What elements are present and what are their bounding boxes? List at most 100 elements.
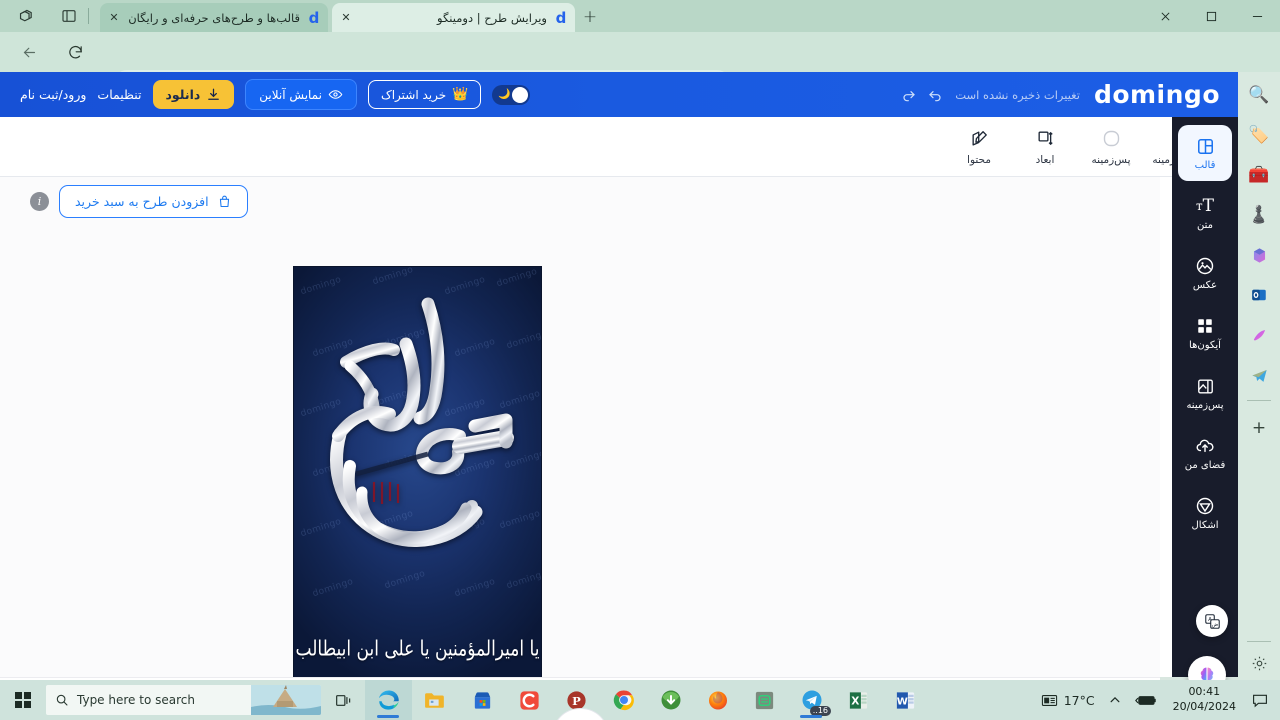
- taskbar-app-telegram[interactable]: ..16: [788, 680, 835, 720]
- canvas-area[interactable]: افزودن طرح به سبد خرید i domingo domingo…: [0, 177, 1160, 677]
- crown-icon: 👑: [452, 87, 469, 102]
- sidebar-label: عکس: [1192, 280, 1218, 291]
- taskbar-app-notepad[interactable]: [741, 680, 788, 720]
- browser-tab-1[interactable]: d ویرایش طرح | دومینگو ✕: [332, 3, 575, 32]
- designer-icon[interactable]: [1242, 318, 1276, 352]
- editor-toolbar: حذف پس‌زمینه پس‌زمینه ابعاد محتوا: [0, 117, 1238, 177]
- eye-icon: [328, 87, 343, 102]
- taskbar-clock[interactable]: 00:41 20/04/2024: [1164, 685, 1245, 715]
- telegram-unread-badge: ..16: [809, 706, 831, 716]
- add-icon[interactable]: +: [1242, 411, 1276, 445]
- telegram-icon[interactable]: [1242, 358, 1276, 392]
- design-poster[interactable]: domingo domingo domingo domingo domingo …: [294, 267, 541, 677]
- svg-text:X: X: [851, 695, 859, 707]
- maximize-button[interactable]: [1188, 0, 1234, 32]
- tool-background[interactable]: پس‌زمینه: [1080, 128, 1142, 166]
- news-weather-widget[interactable]: 17°C: [1034, 680, 1102, 720]
- toggle-knob: [512, 86, 529, 103]
- tab-groups-icon[interactable]: [14, 6, 36, 26]
- svg-text:ض: ض: [1211, 622, 1218, 628]
- taskbar-app-microsoft-word[interactable]: W: [882, 680, 929, 720]
- tab-close-icon[interactable]: ✕: [338, 10, 354, 26]
- background-color-icon: [1101, 128, 1122, 150]
- task-view-icon[interactable]: [321, 693, 365, 708]
- poster-caption: یا امیرالمؤمنین یا علی ابن ابیطالب: [295, 636, 541, 662]
- translate-button[interactable]: A ض: [1196, 605, 1228, 637]
- download-button[interactable]: دانلود: [152, 80, 235, 109]
- tool-content[interactable]: محتوا: [948, 128, 1010, 166]
- temperature-value: 17°C: [1063, 692, 1095, 708]
- moon-icon: 🌙: [498, 89, 511, 100]
- sidebar-item-shapes[interactable]: اشکال: [1178, 485, 1232, 541]
- taskbar-app-internet-download-manager[interactable]: [647, 680, 694, 720]
- sidebar-item-background[interactable]: پس‌زمینه: [1178, 365, 1232, 421]
- add-to-cart-button[interactable]: افزودن طرح به سبد خرید: [59, 185, 248, 218]
- shopping-tag-icon[interactable]: 🏷️: [1242, 118, 1276, 152]
- taskbar-app-microsoft-store[interactable]: [459, 680, 506, 720]
- edge-sidebar-rail: 🔍 🏷️ 🧰 ♟️ +: [1238, 72, 1280, 720]
- tab-divider: [88, 8, 89, 24]
- sidebar-label: پس‌زمینه: [1186, 400, 1224, 411]
- tools-icon[interactable]: 🧰: [1242, 158, 1276, 192]
- domingo-favicon: d: [308, 8, 320, 27]
- domingo-app: domingo تغییرات ذخیره نشده است 🌙 👑 خرید …: [0, 72, 1238, 720]
- sidebar-item-template[interactable]: قالب: [1178, 125, 1232, 181]
- redo-icon[interactable]: [901, 87, 917, 103]
- tab-close-icon[interactable]: ✕: [106, 10, 122, 26]
- add-to-cart-label: افزودن طرح به سبد خرید: [75, 194, 209, 209]
- download-label: دانلود: [165, 87, 201, 102]
- app-header: domingo تغییرات ذخیره نشده است 🌙 👑 خرید …: [0, 72, 1238, 117]
- dark-mode-toggle[interactable]: 🌙: [492, 84, 531, 105]
- show-hidden-icons[interactable]: [1102, 680, 1128, 720]
- undo-redo-group: [901, 87, 943, 103]
- sidebar-item-my-space[interactable]: فضای من: [1178, 425, 1232, 481]
- online-preview-button[interactable]: نمایش آنلاین: [245, 79, 357, 110]
- undo-icon[interactable]: [927, 87, 943, 103]
- settings-link[interactable]: تنظیمات: [97, 87, 141, 102]
- sidebar-label: فضای من: [1184, 460, 1226, 471]
- system-tray: 17°C 00:41 20/04/2024: [1034, 680, 1280, 720]
- tool-dimensions[interactable]: ابعاد: [1014, 128, 1076, 166]
- office-icon[interactable]: [1242, 238, 1276, 272]
- browser-tab-0[interactable]: d قالب‌ها و طرح‌های حرفه‌ای و رایگان ✕: [100, 3, 328, 32]
- taskbar-app-camtasia[interactable]: [506, 680, 553, 720]
- rail-divider: [1247, 400, 1271, 401]
- close-window-button[interactable]: [1142, 0, 1188, 32]
- info-badge[interactable]: i: [30, 192, 49, 211]
- new-tab-button[interactable]: +: [578, 6, 602, 28]
- games-icon[interactable]: ♟️: [1242, 198, 1276, 232]
- notifications-icon[interactable]: [1245, 680, 1280, 720]
- back-button[interactable]: [16, 40, 42, 64]
- domingo-logo[interactable]: domingo: [1094, 80, 1220, 109]
- taskbar-app-firefox[interactable]: [694, 680, 741, 720]
- my-space-cloud-icon: [1195, 435, 1215, 457]
- tab-title: ویرایش طرح | دومینگو: [437, 10, 547, 25]
- battery-charging-icon[interactable]: [1128, 680, 1164, 720]
- template-icon: [1196, 135, 1215, 157]
- content-edit-icon: [970, 128, 989, 150]
- browser-navigation-bar: https://app.domingo.ir/editor?industryId…: [0, 32, 1280, 98]
- windows-start-icon[interactable]: [0, 692, 46, 708]
- minimize-button[interactable]: [1234, 0, 1280, 32]
- login-register-link[interactable]: ورود/ثبت نام: [20, 87, 86, 102]
- search-icon: [55, 693, 69, 707]
- outlook-icon[interactable]: [1242, 278, 1276, 312]
- text-icon: Tт: [1196, 196, 1214, 216]
- sidebar-label: متن: [1197, 220, 1213, 231]
- settings-gear-icon[interactable]: [1251, 655, 1268, 672]
- buy-subscription-button[interactable]: 👑 خرید اشتراک: [367, 80, 482, 109]
- sidebar-item-icons[interactable]: آیکون‌ها: [1178, 305, 1232, 361]
- taskbar-app-google-chrome[interactable]: [600, 680, 647, 720]
- taskbar-app-microsoft-excel[interactable]: X: [835, 680, 882, 720]
- sidebar-item-image[interactable]: عکس: [1178, 245, 1232, 301]
- window-controls: [1142, 0, 1280, 32]
- search-icon[interactable]: 🔍: [1242, 78, 1276, 112]
- taskbar-search-box[interactable]: Type here to search: [46, 685, 321, 715]
- icons-grid-icon: [1196, 315, 1214, 337]
- taskbar-apps: P ..16 X W: [365, 680, 929, 720]
- split-pane-icon[interactable]: [58, 6, 80, 26]
- taskbar-app-edge[interactable]: [365, 680, 412, 720]
- taskbar-app-file-explorer[interactable]: [412, 680, 459, 720]
- sidebar-item-text[interactable]: Tт متن: [1178, 185, 1232, 241]
- refresh-button[interactable]: [62, 40, 88, 64]
